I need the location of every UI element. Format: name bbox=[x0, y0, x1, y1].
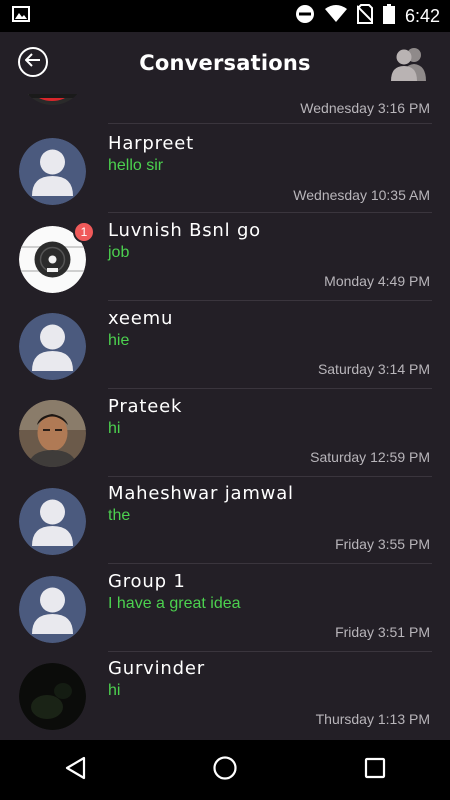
contacts-button[interactable] bbox=[388, 45, 430, 81]
contacts-people-icon bbox=[388, 48, 430, 85]
page-title: Conversations bbox=[139, 51, 311, 75]
timestamp: Monday 4:49 PM bbox=[324, 273, 430, 289]
status-bar: 6:42 bbox=[0, 0, 450, 32]
contact-name: xeemu bbox=[108, 308, 174, 329]
conversation-row[interactable]: Maheshwar jamwal the Friday 3:55 PM bbox=[0, 477, 450, 564]
avatar bbox=[19, 313, 86, 380]
divider bbox=[108, 212, 432, 213]
back-button[interactable] bbox=[18, 47, 48, 77]
nav-recents-button[interactable] bbox=[345, 740, 405, 800]
conversation-row[interactable]: Harpreet hello sir Wednesday 10:35 AM bbox=[0, 127, 450, 214]
unread-badge: 1 bbox=[73, 221, 95, 243]
conversation-row[interactable]: Wednesday 3:16 PM bbox=[0, 94, 450, 124]
status-time: 6:42 bbox=[404, 5, 440, 26]
recents-square-icon bbox=[363, 756, 387, 785]
avatar bbox=[19, 138, 86, 205]
last-message: hi bbox=[108, 420, 121, 437]
conversation-row[interactable]: Gurvinder hi Thursday 1:13 PM bbox=[0, 652, 450, 739]
timestamp: Saturday 3:14 PM bbox=[317, 361, 430, 377]
last-message: job bbox=[108, 244, 130, 261]
contact-name: Harpreet bbox=[108, 133, 195, 154]
divider bbox=[108, 563, 432, 564]
timestamp: Friday 3:55 PM bbox=[335, 536, 430, 552]
no-sim-icon bbox=[356, 3, 374, 29]
back-triangle-icon bbox=[64, 756, 86, 785]
contact-name: Gurvinder bbox=[108, 658, 205, 679]
divider bbox=[108, 123, 432, 124]
last-message: I have a great idea bbox=[108, 595, 241, 612]
navigation-bar bbox=[0, 740, 450, 800]
image-notification-icon bbox=[12, 5, 30, 27]
conversation-row[interactable]: Group 1 I have a great idea Friday 3:51 … bbox=[0, 565, 450, 652]
last-message: the bbox=[108, 507, 131, 524]
avatar bbox=[19, 663, 86, 730]
avatar bbox=[19, 576, 86, 643]
timestamp: Friday 3:51 PM bbox=[335, 624, 430, 640]
contact-name: Group 1 bbox=[108, 571, 186, 592]
do-not-disturb-icon bbox=[295, 4, 315, 29]
home-circle-icon bbox=[212, 755, 238, 786]
conversation-row[interactable]: 1 Luvnish Bsnl go job Monday 4:49 PM bbox=[0, 214, 450, 301]
timestamp: Thursday 1:13 PM bbox=[315, 711, 430, 727]
timestamp: Saturday 12:59 PM bbox=[310, 449, 430, 465]
wifi-icon bbox=[324, 4, 347, 28]
conversation-list[interactable]: Wednesday 3:16 PM Harpreet hello sir Wed… bbox=[0, 94, 450, 740]
nav-home-button[interactable] bbox=[195, 740, 255, 800]
last-message: hello sir bbox=[108, 157, 164, 174]
nav-back-button[interactable] bbox=[45, 740, 105, 800]
back-arrow-circle-icon bbox=[24, 52, 41, 72]
contact-name: Luvnish Bsnl go bbox=[108, 220, 261, 241]
avatar bbox=[19, 94, 86, 105]
contact-name: Maheshwar jamwal bbox=[108, 483, 294, 504]
app-bar: Conversations bbox=[0, 32, 450, 94]
divider bbox=[108, 388, 432, 389]
divider bbox=[108, 300, 432, 301]
last-message: hi bbox=[108, 682, 121, 699]
conversation-row[interactable]: xeemu hie Saturday 3:14 PM bbox=[0, 302, 450, 389]
contact-name: Prateek bbox=[108, 396, 183, 417]
conversation-row[interactable]: Prateek hi Saturday 12:59 PM bbox=[0, 390, 450, 477]
timestamp: Wednesday 3:16 PM bbox=[300, 100, 430, 116]
avatar bbox=[19, 488, 86, 555]
timestamp: Wednesday 10:35 AM bbox=[293, 187, 430, 203]
avatar bbox=[19, 400, 86, 467]
last-message: hie bbox=[108, 332, 130, 349]
battery-icon bbox=[382, 3, 395, 29]
